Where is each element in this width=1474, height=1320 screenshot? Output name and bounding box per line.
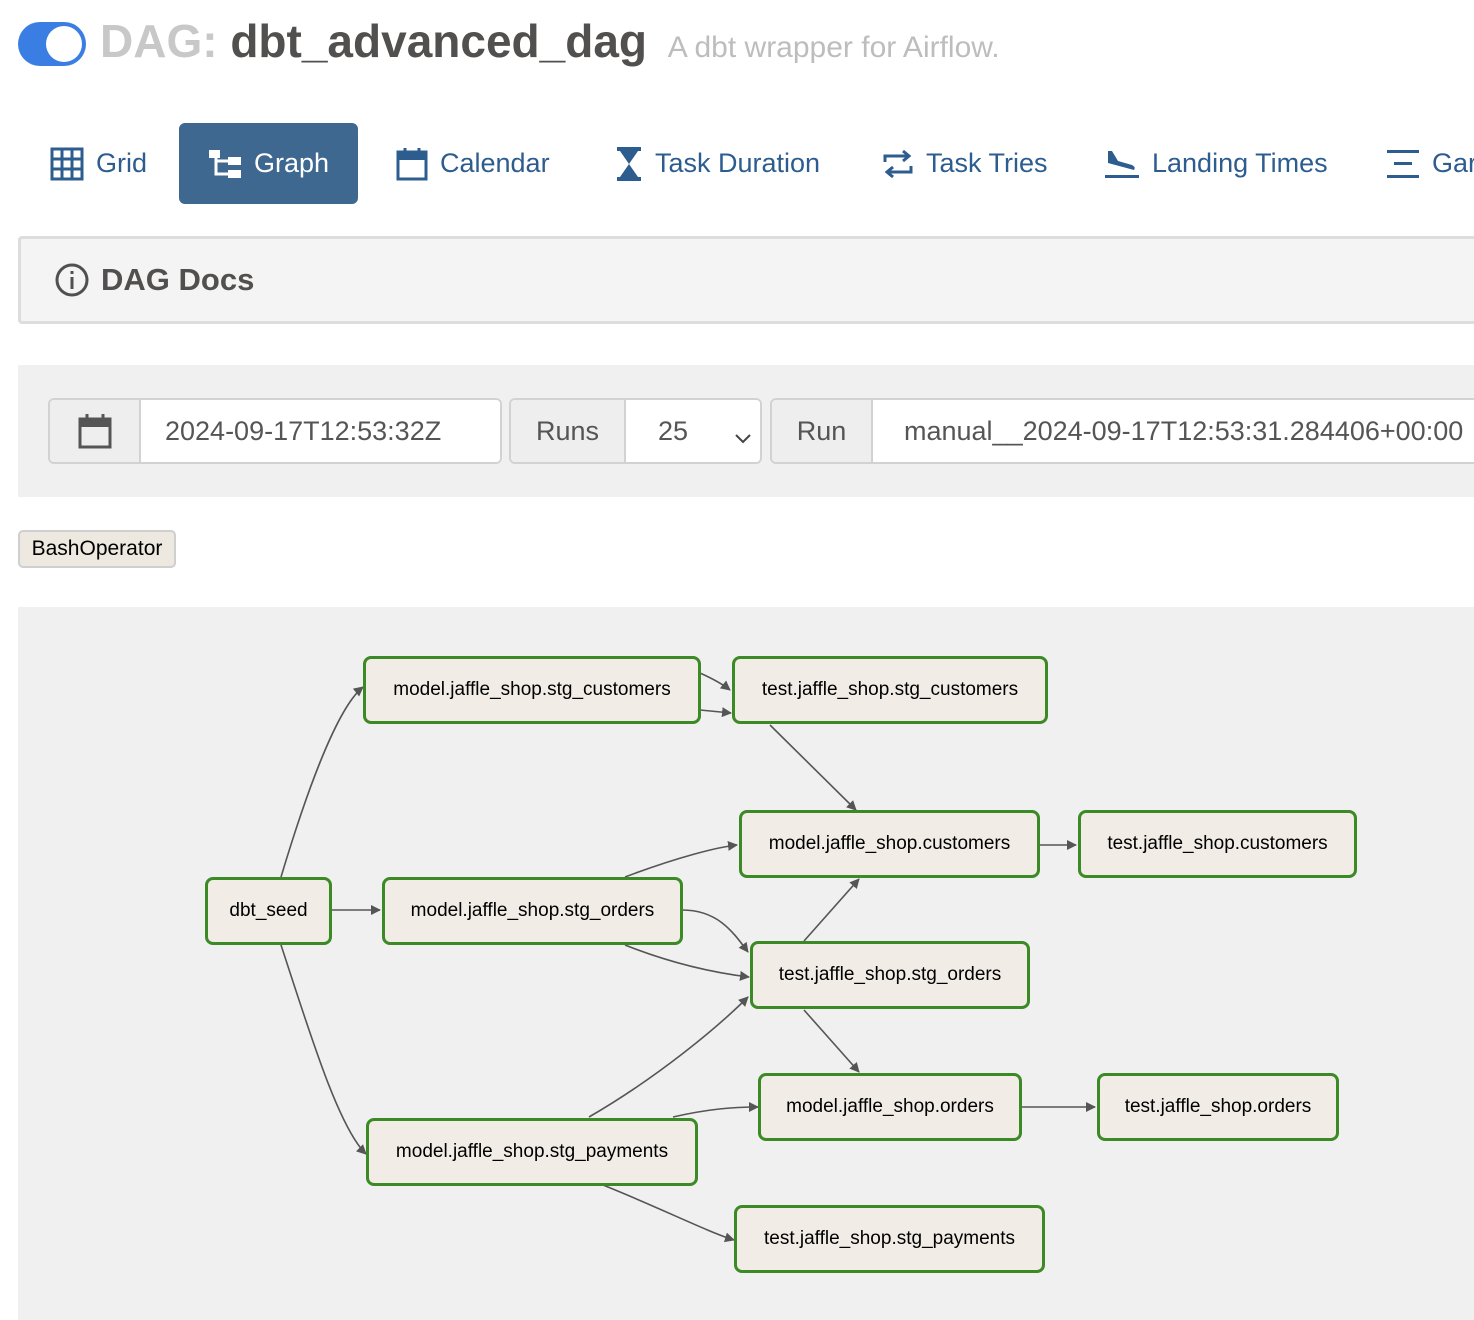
dag-description: A dbt wrapper for Airflow. — [667, 31, 1000, 64]
dag-pause-toggle[interactable] — [18, 22, 86, 66]
run-label: Run — [772, 400, 873, 462]
tab-label: Task Tries — [926, 148, 1048, 178]
edge — [588, 996, 749, 1118]
grid-icon — [50, 147, 84, 181]
tab-task-duration[interactable]: Task Duration — [615, 123, 820, 204]
edge — [803, 878, 860, 942]
edge — [681, 909, 749, 953]
edge — [699, 707, 732, 718]
tab-task-tries[interactable]: Task Tries — [882, 123, 1048, 204]
calendar-icon — [396, 147, 428, 181]
task-node-test-stg-customers[interactable]: test.jaffle_shop.stg_customers — [732, 656, 1048, 724]
graph-icon — [208, 147, 242, 181]
calendar-picker-icon[interactable] — [50, 400, 141, 462]
runs-select-value: 25 — [658, 415, 689, 446]
edge — [699, 672, 731, 691]
chevron-down-icon — [734, 422, 752, 453]
dag-docs-label: DAG Docs — [101, 262, 255, 297]
task-node-test-stg-orders[interactable]: test.jaffle_shop.stg_orders — [750, 941, 1030, 1009]
task-node-model-customers[interactable]: model.jaffle_shop.customers — [739, 810, 1040, 878]
tab-label: Graph — [253, 148, 330, 178]
graph-controls: 2024-09-17T12:53:32Z Runs 25 Run manual_… — [18, 365, 1474, 497]
task-node-model-stg-customers[interactable]: model.jaffle_shop.stg_customers — [363, 656, 701, 724]
info-icon — [55, 263, 89, 297]
edge — [280, 686, 364, 878]
operator-legend-bashoperator[interactable]: BashOperator — [18, 530, 176, 568]
edge — [769, 724, 857, 811]
hourglass-icon — [615, 146, 643, 182]
tab-landing-times[interactable]: Landing Times — [1104, 123, 1328, 204]
task-node-model-orders[interactable]: model.jaffle_shop.orders — [758, 1073, 1022, 1141]
runs-select[interactable]: 25 — [626, 400, 760, 462]
tab-label: Grid — [96, 148, 148, 178]
gantt-icon — [1386, 147, 1420, 181]
edge — [803, 1009, 860, 1073]
tab-label: Task Duration — [655, 148, 821, 178]
tab-label: Calendar — [440, 148, 550, 178]
tab-grid[interactable]: Grid — [50, 123, 147, 204]
edge — [672, 1102, 759, 1118]
task-node-model-stg-payments[interactable]: model.jaffle_shop.stg_payments — [366, 1118, 698, 1186]
dag-graph: dbt_seed model.jaffle_shop.stg_customers… — [18, 607, 1474, 1320]
task-node-test-orders[interactable]: test.jaffle_shop.orders — [1097, 1073, 1339, 1141]
dag-docs-panel[interactable]: DAG Docs — [18, 236, 1474, 324]
execution-date-group: 2024-09-17T12:53:32Z — [48, 398, 502, 464]
tab-label: Landing Times — [1152, 148, 1328, 178]
dag-title-prefix: DAG: — [100, 15, 218, 67]
retry-icon — [882, 148, 914, 180]
edge — [624, 840, 738, 878]
tab-gantt[interactable]: Gar — [1386, 123, 1474, 204]
edge — [624, 944, 750, 981]
edge — [602, 1184, 735, 1243]
plane-landing-icon — [1104, 147, 1140, 181]
task-node-test-customers[interactable]: test.jaffle_shop.customers — [1078, 810, 1357, 878]
edge — [280, 944, 367, 1155]
tab-calendar[interactable]: Calendar — [396, 123, 550, 204]
task-node-dbt-seed[interactable]: dbt_seed — [205, 877, 332, 945]
runs-group: Runs 25 — [509, 398, 762, 464]
task-node-test-stg-payments[interactable]: test.jaffle_shop.stg_payments — [734, 1205, 1045, 1273]
execution-date-input[interactable]: 2024-09-17T12:53:32Z — [141, 400, 500, 462]
toggle-knob — [46, 26, 82, 62]
tab-graph[interactable]: Graph — [179, 123, 358, 204]
run-group: Run manual__2024-09-17T12:53:31.284406+0… — [770, 398, 1474, 464]
dag-title: DAG: dbt_advanced_dag A dbt wrapper for … — [100, 14, 1000, 75]
runs-label: Runs — [511, 400, 626, 462]
dag-id: dbt_advanced_dag — [230, 15, 648, 67]
view-tabs: Grid Graph Calendar Task Duration Task T… — [0, 123, 1474, 204]
task-node-model-stg-orders[interactable]: model.jaffle_shop.stg_orders — [382, 877, 683, 945]
tab-label: Gar — [1432, 148, 1474, 178]
run-select[interactable]: manual__2024-09-17T12:53:31.284406+00:00 — [873, 400, 1474, 462]
